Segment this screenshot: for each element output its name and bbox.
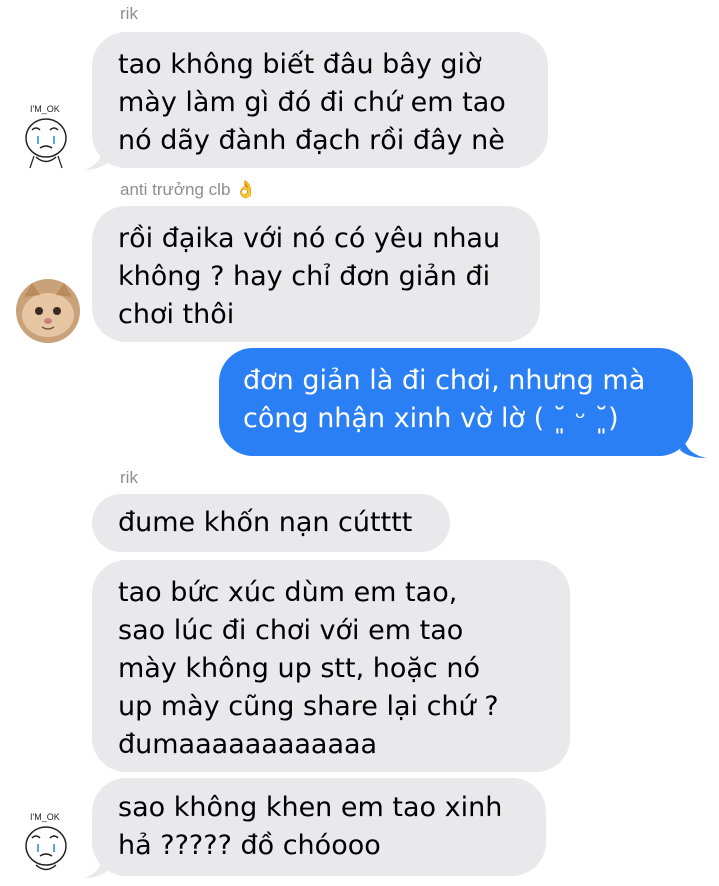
bubble-tail <box>84 856 108 878</box>
chat-thread: rik tao không biết đâu bây giờ mày làm g… <box>0 0 719 886</box>
sticker-face-icon: I'M_OK <box>25 104 67 169</box>
message-bubble-incoming[interactable]: tao bức xúc dùm em tao, sao lúc đi chơi … <box>92 560 570 772</box>
cat-photo-icon <box>16 279 80 343</box>
message-bubble-incoming[interactable]: tao không biết đâu bây giờ mày làm gì đó… <box>92 32 548 168</box>
sender-name-rik: rik <box>120 4 138 23</box>
message-bubble-outgoing[interactable]: đơn giản là đi chơi, nhưng mà công nhận … <box>219 348 693 456</box>
avatar-caption: I'M_OK <box>30 104 60 114</box>
avatar-rik[interactable]: I'M_OK <box>18 808 74 878</box>
bubble-tail <box>680 436 706 458</box>
avatar-caption: I'M_OK <box>30 812 60 822</box>
sender-name-rik: rik <box>120 468 138 487</box>
avatar-anti[interactable] <box>16 279 80 343</box>
sticker-face-icon: I'M_OK <box>25 812 67 871</box>
message-bubble-incoming[interactable]: đume khốn nạn cútttt <box>92 494 450 552</box>
bubble-tail <box>84 148 108 170</box>
message-bubble-incoming[interactable]: rồi đạika với nó có yêu nhau không ? hay… <box>92 206 540 342</box>
avatar-rik[interactable]: I'M_OK <box>18 100 74 170</box>
message-bubble-incoming[interactable]: sao không khen em tao xinh hả ????? đồ c… <box>92 778 546 876</box>
sender-name-anti: anti trưởng clb 👌 <box>120 180 257 199</box>
